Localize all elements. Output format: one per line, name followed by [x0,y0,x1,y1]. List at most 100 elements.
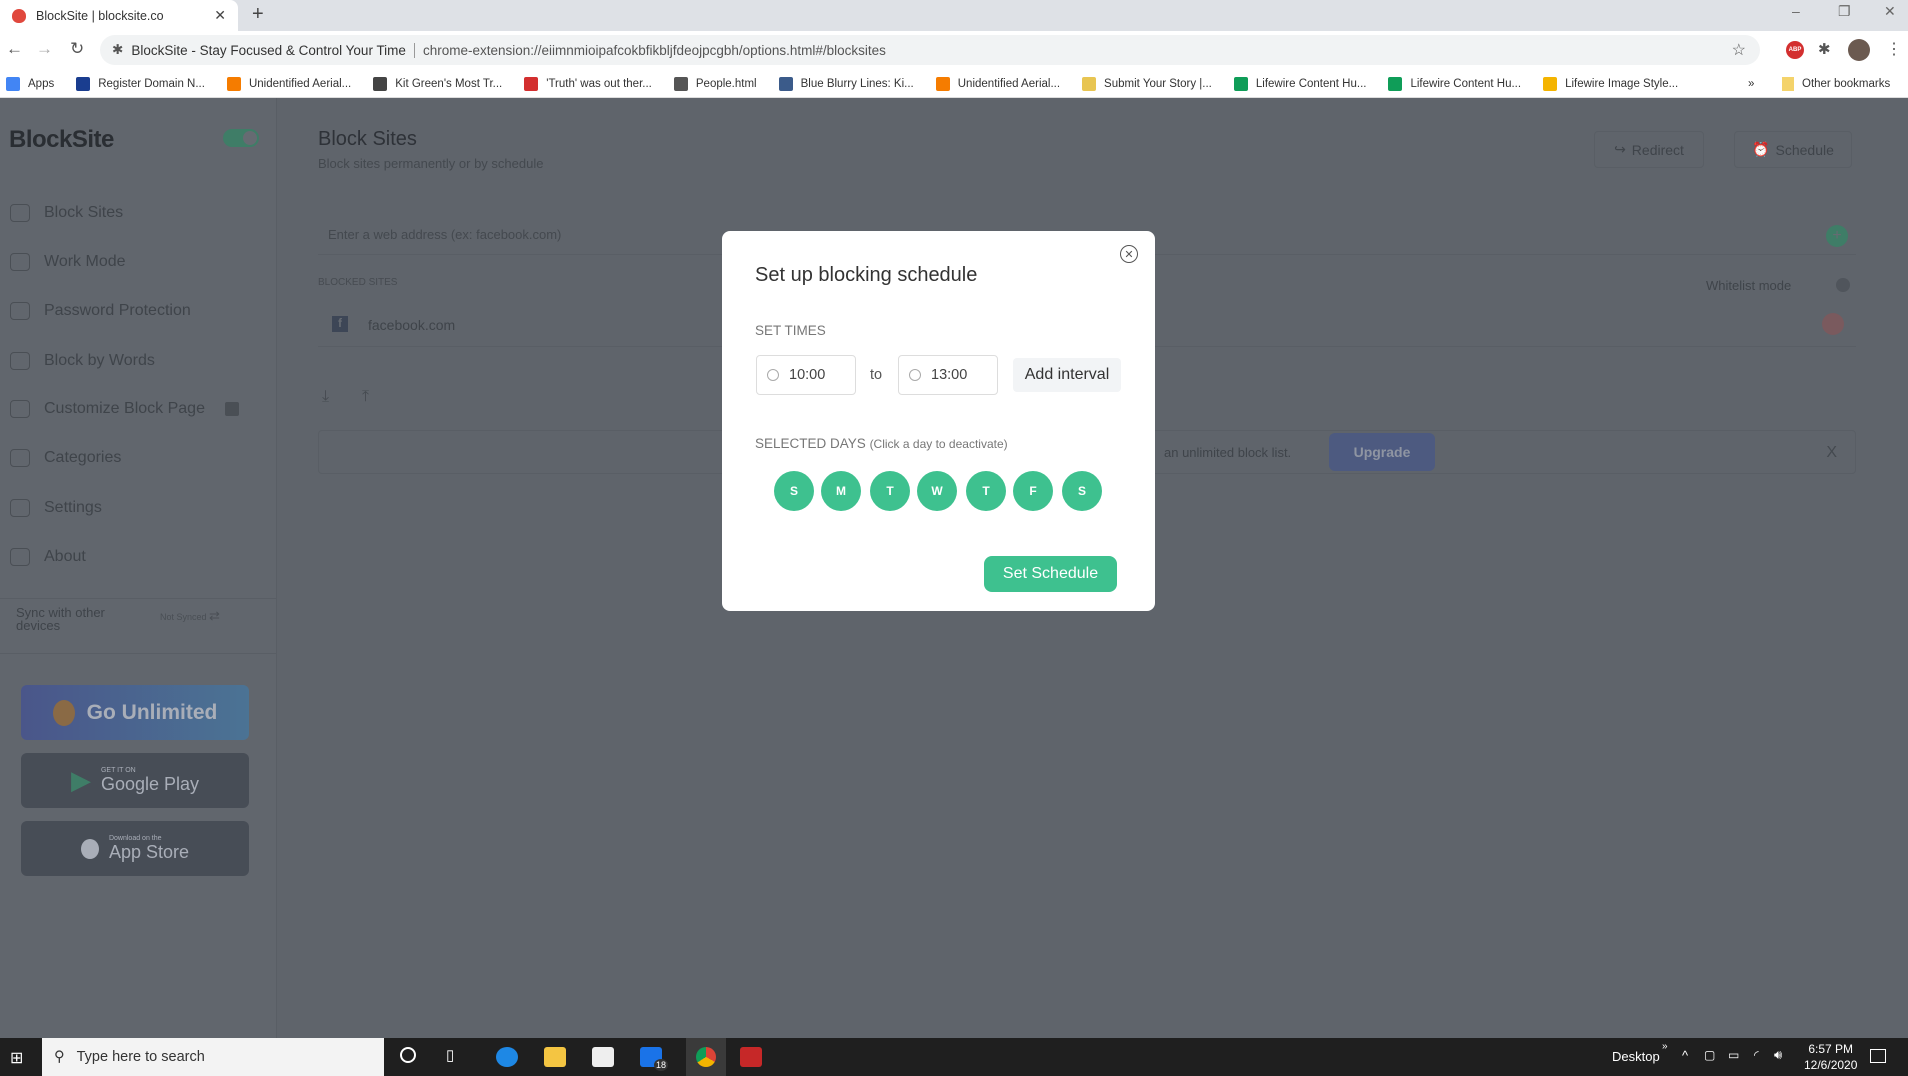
bookmarks-overflow-icon[interactable]: » [1748,78,1754,90]
export-icon[interactable]: ⤒ [362,388,369,406]
bookmark-favicon-icon [1233,76,1248,91]
import-icon[interactable]: ⤓ [322,388,329,406]
bookmark-item[interactable]: People.html [673,76,757,91]
bookmark-item[interactable]: Lifewire Image Style... [1543,76,1678,91]
sidebar-item-about[interactable]: About [10,548,86,566]
bookmark-item[interactable]: Unidentified Aerial... [935,76,1061,91]
app-store-button[interactable]: Download on the App Store [21,821,249,876]
close-modal-icon[interactable]: ✕ [1120,245,1138,263]
set-schedule-button[interactable]: Set Schedule [984,556,1117,592]
mail-icon[interactable]: 18 [640,1047,668,1071]
remove-site-icon[interactable] [1822,313,1844,335]
day-toggle[interactable]: W [917,471,957,511]
whitelist-label: Whitelist mode [1706,278,1792,293]
end-time-input[interactable]: 13:00 [898,355,998,395]
app-icon[interactable] [740,1047,762,1067]
back-icon[interactable]: ← [6,39,23,59]
google-play-button[interactable]: ▶ GET IT ON Google Play [21,753,249,808]
store-icon[interactable] [592,1047,614,1067]
whitelist-toggle[interactable]: Whitelist mode [1706,278,1791,293]
reload-icon[interactable]: ↻ [70,39,84,59]
other-bookmarks[interactable]: Other bookmarks [1782,76,1891,91]
taskbar-search[interactable]: ⚲ Type here to search [42,1038,384,1076]
sidebar-item-block-sites[interactable]: Block Sites [10,204,123,222]
bookmark-item[interactable]: Blue Blurry Lines: Ki... [778,76,914,91]
adblock-icon[interactable]: ABP [1786,41,1804,59]
day-toggle[interactable]: T [966,471,1006,511]
sidebar-item-work-mode[interactable]: Work Mode [10,253,126,271]
end-time-value: 13:00 [931,367,968,383]
sidebar-item-label: Block Sites [44,204,124,221]
bookmark-favicon-icon [226,76,241,91]
sync-label: Sync with other devices [16,605,105,633]
new-tab-icon[interactable]: + [252,3,264,26]
edge-icon[interactable] [496,1047,518,1067]
toolbar-overflow-icon[interactable]: » [1662,1041,1668,1052]
bookmark-label: Unidentified Aerial... [957,77,1061,90]
close-window-icon[interactable]: ✕ [1884,3,1896,20]
cortana-icon[interactable] [400,1047,416,1063]
address-bar[interactable]: ✱ BlockSite - Stay Focused & Control You… [100,35,1760,65]
schedule-button[interactable]: ⏰ Schedule [1734,131,1852,168]
start-time-input[interactable]: 10:00 [756,355,856,395]
volume-icon[interactable]: 🔊︎ [1774,1047,1782,1063]
profile-avatar[interactable] [1848,39,1870,61]
add-interval-button[interactable]: Add interval [1013,358,1121,392]
minimize-icon[interactable]: – [1792,3,1800,19]
browser-tab[interactable]: BlockSite | blocksite.co ✕ [0,0,238,31]
task-view-icon[interactable]: ▯ [446,1046,454,1064]
day-toggle[interactable]: M [821,471,861,511]
windows-start-icon[interactable]: ⊞ [10,1048,23,1068]
bookmark-item[interactable]: Lifewire Content Hu... [1388,76,1521,91]
tab-strip: BlockSite | blocksite.co ✕ + – ❐ ✕ [0,0,1908,31]
site-input-placeholder: Enter a web address (ex: facebook.com) [328,227,562,242]
help-icon[interactable] [1836,278,1850,292]
redirect-button[interactable]: ↪ Redirect [1594,131,1704,168]
close-tab-icon[interactable]: ✕ [214,7,226,24]
sync-status[interactable]: Not Synced ⇄ [160,608,220,624]
day-toggle[interactable]: T [870,471,910,511]
restore-icon[interactable]: ❐ [1838,3,1851,20]
selected-days-title: SELECTED DAYS [755,436,866,451]
upgrade-button[interactable]: Upgrade [1329,433,1435,471]
forward-icon[interactable]: → [36,39,53,59]
bookmark-item[interactable]: Submit Your Story |... [1082,76,1212,91]
notifications-icon[interactable] [1870,1049,1886,1063]
bookmark-item[interactable]: Lifewire Content Hu... [1233,76,1366,91]
desktop-toolbar[interactable]: Desktop [1612,1049,1660,1064]
clock[interactable]: 6:57 PM 12/6/2020 [1804,1041,1857,1073]
battery-icon[interactable]: ▭ [1728,1048,1739,1062]
bookmarks-bar: Apps Register Domain N... Unidentified Aer… [0,70,1908,98]
sidebar-item-customize-block-page[interactable]: Customize Block Page [10,400,239,418]
banner-close-icon[interactable]: X [1826,444,1837,462]
day-toggle[interactable]: S [1062,471,1102,511]
add-site-icon[interactable]: + [1826,225,1848,247]
other-bookmarks-label: Other bookmarks [1802,77,1891,90]
bookmark-item[interactable]: 'Truth' was out ther... [524,76,652,91]
chrome-taskbar-item[interactable] [686,1038,726,1076]
bookmark-item[interactable]: Register Domain N... [76,76,205,91]
enable-toggle[interactable] [223,129,259,147]
sidebar-item-password-protection[interactable]: Password Protection [10,302,191,320]
show-hidden-icons[interactable]: ^ [1682,1048,1688,1063]
meet-now-icon[interactable]: ▢ [1704,1048,1715,1062]
sidebar-item-categories[interactable]: Categories [10,449,121,467]
folder-icon [1782,76,1794,91]
sidebar-item-block-by-words[interactable]: Block by Words [10,352,155,370]
wifi-icon[interactable]: ◜ [1754,1048,1759,1062]
day-toggle[interactable]: S [774,471,814,511]
bookmark-item[interactable]: Unidentified Aerial... [226,76,351,91]
bookmark-label: Blue Blurry Lines: Ki... [800,77,914,90]
redirect-icon: ↪ [1614,141,1626,157]
divider [0,653,277,654]
bookmark-star-icon[interactable]: ☆ [1732,40,1746,60]
go-unlimited-button[interactable]: Go Unlimited [21,685,249,740]
file-explorer-icon[interactable] [544,1047,566,1067]
menu-icon[interactable]: ⋮ [1886,39,1902,59]
apple-icon [80,838,99,859]
day-toggle[interactable]: F [1013,471,1053,511]
extensions-icon[interactable]: ✱ [1818,40,1831,58]
sidebar-item-settings[interactable]: Settings [10,499,102,517]
bookmark-item[interactable]: Apps [6,76,54,91]
bookmark-item[interactable]: Kit Green's Most Tr... [373,76,502,91]
